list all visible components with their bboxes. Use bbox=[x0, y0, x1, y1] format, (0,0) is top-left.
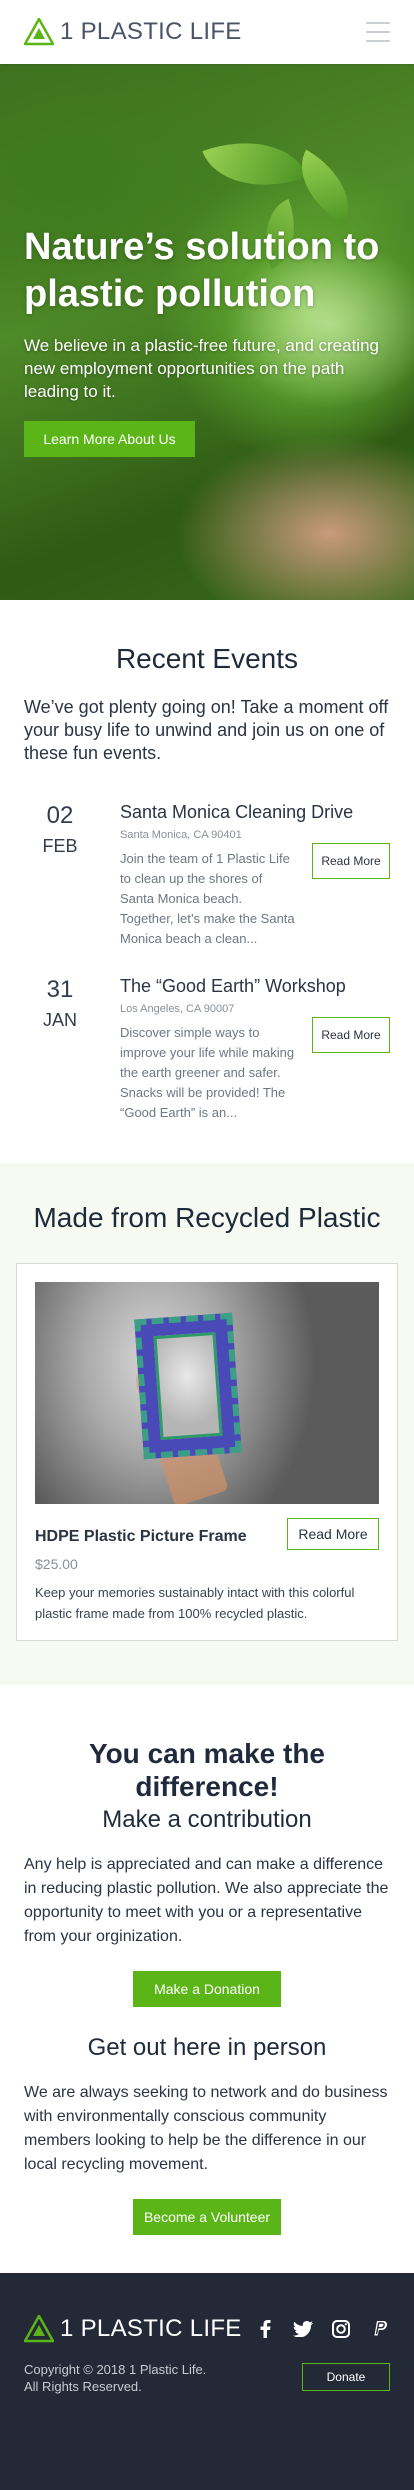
events-intro: We’ve got plenty going on! Take a moment… bbox=[24, 697, 389, 763]
event-month: JAN bbox=[42, 1010, 77, 1030]
contribute-section: You can make the difference! Make a cont… bbox=[0, 1685, 414, 2273]
instagram-icon[interactable] bbox=[330, 2318, 352, 2340]
product-price: $25.00 bbox=[35, 1556, 78, 1572]
hero-title: Nature’s solution to plastic pollution bbox=[24, 226, 380, 315]
footer-brand-name: PLASTIC LIFE bbox=[80, 2315, 242, 2342]
recycled-products-section: Made from Recycled Plastic HDPE Plastic … bbox=[0, 1163, 414, 1685]
learn-more-button[interactable]: Learn More About Us bbox=[24, 421, 195, 457]
event-date: 31 JAN bbox=[24, 975, 104, 1123]
event-month: FEB bbox=[42, 836, 78, 856]
make-donation-button[interactable]: Make a Donation bbox=[133, 1971, 281, 2007]
event-date: 02 FEB bbox=[24, 801, 104, 949]
recycle-logo-icon bbox=[24, 18, 54, 46]
contribution-subtitle: Make a contribution bbox=[102, 1806, 312, 1833]
footer-donate-button[interactable]: Donate bbox=[302, 2363, 390, 2391]
social-links bbox=[254, 2318, 390, 2340]
contribution-text: Any help is appreciated and can make a d… bbox=[24, 1856, 389, 1945]
hero-subtitle: We believe in a plastic-free future, and… bbox=[24, 336, 379, 401]
leaf-decoration bbox=[202, 120, 308, 208]
volunteer-subtitle: Get out here in person bbox=[87, 2034, 327, 2061]
product-read-more-button[interactable]: Read More bbox=[287, 1518, 379, 1550]
event-location: Santa Monica, CA 90401 bbox=[120, 829, 242, 841]
event-title[interactable]: The “Good Earth” Workshop bbox=[120, 975, 390, 997]
facebook-icon[interactable] bbox=[254, 2318, 276, 2340]
volunteer-text: We are always seeking to network and do … bbox=[24, 2084, 388, 2173]
twitter-icon[interactable] bbox=[292, 2318, 314, 2340]
event-item: 31 JAN The “Good Earth” Workshop Los Ang… bbox=[24, 975, 390, 1123]
brand-logo[interactable]: 1 PLASTIC LIFE bbox=[24, 18, 242, 46]
product-description: Keep your memories sustainably intact wi… bbox=[35, 1585, 355, 1621]
recent-events-section: Recent Events We’ve got plenty going on!… bbox=[0, 600, 414, 1163]
contribute-title: You can make the difference! bbox=[88, 1738, 325, 1802]
products-title: Made from Recycled Plastic bbox=[33, 1202, 381, 1233]
hero-content: Nature’s solution to plastic pollution W… bbox=[24, 224, 398, 457]
event-location: Los Angeles, CA 90007 bbox=[120, 1003, 235, 1015]
footer-brand-number: 1 bbox=[60, 2315, 74, 2342]
hero-banner: Nature’s solution to plastic pollution W… bbox=[0, 64, 414, 600]
event-title[interactable]: Santa Monica Cleaning Drive bbox=[120, 801, 390, 823]
brand-number: 1 bbox=[60, 18, 74, 45]
event-day: 31 bbox=[46, 976, 74, 1003]
events-title: Recent Events bbox=[115, 643, 299, 674]
event-description: Discover simple ways to improve your lif… bbox=[120, 1025, 295, 1120]
paypal-icon[interactable] bbox=[368, 2318, 390, 2340]
event-read-more-button[interactable]: Read More bbox=[312, 843, 390, 879]
event-item: 02 FEB Santa Monica Cleaning Drive Santa… bbox=[24, 801, 390, 949]
copyright-text: Copyright © 2018 1 Plastic Life. All Rig… bbox=[24, 2362, 207, 2394]
product-card: HDPE Plastic Picture Frame $25.00 Read M… bbox=[16, 1263, 398, 1641]
product-name[interactable]: HDPE Plastic Picture Frame bbox=[35, 1528, 247, 1546]
event-day: 02 bbox=[46, 802, 74, 829]
footer-brand-logo[interactable]: 1 PLASTIC LIFE bbox=[24, 2315, 242, 2343]
recycle-logo-icon bbox=[24, 2315, 54, 2343]
become-volunteer-button[interactable]: Become a Volunteer bbox=[133, 2199, 281, 2235]
site-footer: 1 PLASTIC LIFE Copyright © 2018 1 Plasti… bbox=[0, 2273, 414, 2490]
brand-name: PLASTIC LIFE bbox=[80, 18, 242, 45]
product-image[interactable] bbox=[35, 1282, 379, 1504]
event-read-more-button[interactable]: Read More bbox=[312, 1017, 390, 1053]
site-header: 1 PLASTIC LIFE bbox=[0, 0, 414, 64]
hamburger-menu-icon[interactable] bbox=[366, 22, 390, 42]
event-description: Join the team of 1 Plastic Life to clean… bbox=[120, 851, 295, 946]
